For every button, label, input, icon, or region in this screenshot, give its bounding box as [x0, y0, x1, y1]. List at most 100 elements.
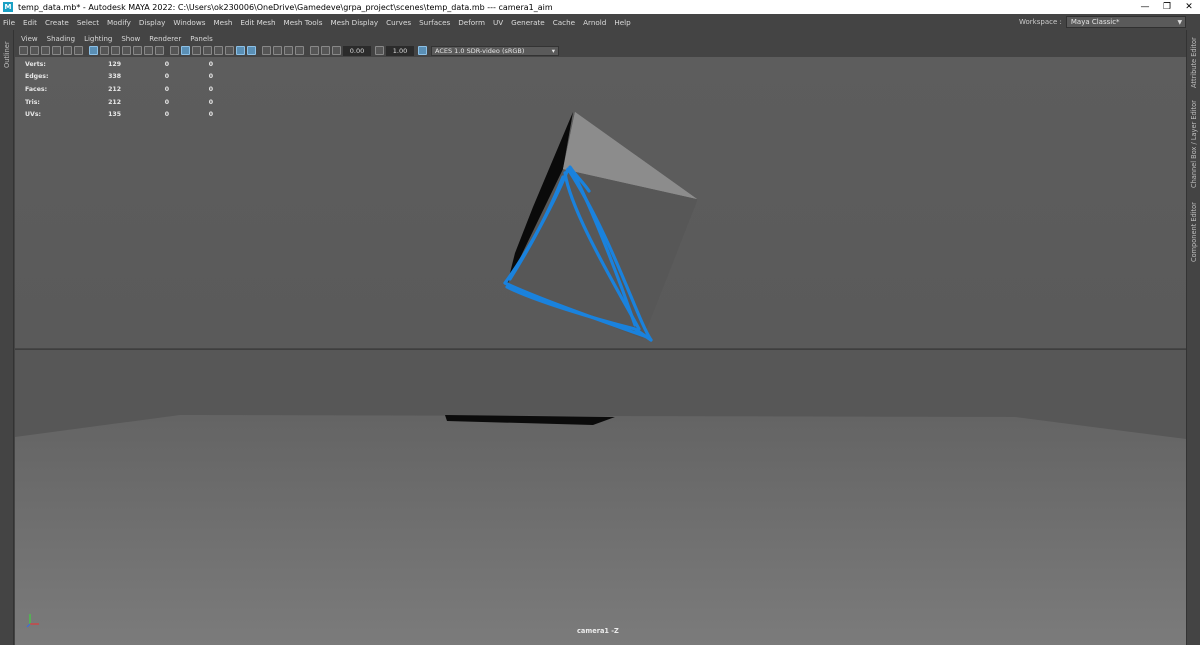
menu-mesh[interactable]: Mesh [213, 18, 232, 27]
film-gate-icon[interactable] [100, 46, 109, 55]
3d-viewport[interactable]: Verts: 129 0 0 Edges: 338 0 0 Faces: 212… [15, 57, 1186, 645]
outliner-tab[interactable]: Outliner [3, 41, 11, 68]
viewport-scene[interactable] [15, 57, 1186, 645]
menu-help[interactable]: Help [614, 18, 630, 27]
hud-value: 0 [164, 111, 169, 119]
hud-row-tris: Tris: 212 0 0 [25, 96, 213, 109]
menu-select[interactable]: Select [77, 18, 99, 27]
workspace-selector: Workspace : Maya Classic* ▼ [1019, 16, 1186, 28]
menu-file[interactable]: File [3, 18, 15, 27]
gate-mask-icon[interactable] [122, 46, 131, 55]
xray-joints-icon[interactable] [321, 46, 330, 55]
right-sidebar: Attribute Editor Channel Box / Layer Edi… [1186, 30, 1200, 645]
smooth-shade-icon[interactable] [181, 46, 190, 55]
field-chart-icon[interactable] [133, 46, 142, 55]
use-all-lights-icon[interactable] [214, 46, 223, 55]
textured-icon[interactable] [203, 46, 212, 55]
select-camera-icon[interactable] [19, 46, 28, 55]
depth-of-field-icon[interactable] [295, 46, 304, 55]
component-editor-tab[interactable]: Component Editor [1190, 202, 1198, 262]
grid-icon[interactable] [89, 46, 98, 55]
panel-menu-panels[interactable]: Panels [190, 35, 213, 43]
maximize-button[interactable]: ❐ [1156, 0, 1178, 14]
exposure-icon[interactable] [332, 46, 341, 55]
gamma-field[interactable]: 1.00 [386, 45, 414, 56]
menu-edit[interactable]: Edit [23, 18, 37, 27]
maya-app-icon: M [3, 2, 13, 12]
menu-mesh-display[interactable]: Mesh Display [330, 18, 378, 27]
poly-count-hud: Verts: 129 0 0 Edges: 338 0 0 Faces: 212… [25, 58, 213, 121]
safe-title-icon[interactable] [155, 46, 164, 55]
shadows-icon[interactable] [225, 46, 234, 55]
ambient-occlusion-icon[interactable] [262, 46, 271, 55]
panel-menu-view[interactable]: View [21, 35, 38, 43]
panel-menu-show[interactable]: Show [121, 35, 140, 43]
menu-surfaces[interactable]: Surfaces [419, 18, 450, 27]
hud-row-verts: Verts: 129 0 0 [25, 58, 213, 71]
menu-deform[interactable]: Deform [458, 18, 485, 27]
wireframe-on-shaded-icon[interactable] [192, 46, 201, 55]
hud-label: Faces: [25, 85, 48, 93]
hud-row-faces: Faces: 212 0 0 [25, 83, 213, 96]
panel-toolbar: 0.00 1.00 ACES 1.0 SDR-video (sRGB) ▾ [15, 44, 1186, 57]
color-space-dropdown[interactable]: ACES 1.0 SDR-video (sRGB) ▾ [431, 45, 559, 56]
motion-blur-icon[interactable] [273, 46, 282, 55]
panel-menu-renderer[interactable]: Renderer [149, 35, 181, 43]
camera-attributes-icon[interactable] [30, 46, 39, 55]
menu-create[interactable]: Create [45, 18, 69, 27]
menu-display[interactable]: Display [139, 18, 166, 27]
hud-row-edges: Edges: 338 0 0 [25, 71, 213, 84]
gamma-icon[interactable] [375, 46, 384, 55]
panel-menu-lighting[interactable]: Lighting [84, 35, 112, 43]
window-title: temp_data.mb* - Autodesk MAYA 2022: C:\U… [18, 2, 553, 12]
close-button[interactable]: ✕ [1178, 0, 1200, 14]
workspace-label: Workspace : [1019, 18, 1062, 26]
hud-value: 212 [108, 85, 121, 93]
hud-value: 0 [208, 85, 213, 93]
window-titlebar: M temp_data.mb* - Autodesk MAYA 2022: C:… [0, 0, 1200, 14]
hud-value: 338 [108, 73, 121, 81]
hud-value: 0 [164, 60, 169, 68]
two-d-pan-icon[interactable] [63, 46, 72, 55]
hud-value: 0 [208, 111, 213, 119]
color-space-value: ACES 1.0 SDR-video (sRGB) [435, 46, 525, 55]
attribute-editor-tab[interactable]: Attribute Editor [1190, 37, 1198, 88]
hud-value: 0 [164, 73, 169, 81]
exposure-field[interactable]: 0.00 [343, 45, 371, 56]
menu-windows[interactable]: Windows [173, 18, 205, 27]
hud-value: 129 [108, 60, 121, 68]
resolution-gate-icon[interactable] [111, 46, 120, 55]
menu-uv[interactable]: UV [493, 18, 503, 27]
xray-icon[interactable] [236, 46, 245, 55]
wireframe-icon[interactable] [170, 46, 179, 55]
hud-value: 135 [108, 111, 121, 119]
grease-pencil-icon[interactable] [74, 46, 83, 55]
hud-value: 0 [208, 98, 213, 106]
workspace-dropdown[interactable]: Maya Classic* ▼ [1065, 16, 1186, 28]
hud-row-uvs: UVs: 135 0 0 [25, 108, 213, 121]
anti-aliasing-icon[interactable] [284, 46, 293, 55]
menu-mesh-tools[interactable]: Mesh Tools [284, 18, 323, 27]
menu-generate[interactable]: Generate [511, 18, 545, 27]
menu-modify[interactable]: Modify [107, 18, 131, 27]
bookmark-icon[interactable] [41, 46, 50, 55]
xray-active-icon[interactable] [247, 46, 256, 55]
safe-action-icon[interactable] [144, 46, 153, 55]
menu-curves[interactable]: Curves [386, 18, 411, 27]
ground-plane [15, 415, 1186, 645]
minimize-button[interactable]: — [1134, 0, 1156, 14]
panel-menubar: View Shading Lighting Show Renderer Pane… [15, 34, 1186, 44]
isolate-select-icon[interactable] [310, 46, 319, 55]
workspace-value: Maya Classic* [1070, 18, 1120, 26]
menu-edit-mesh[interactable]: Edit Mesh [240, 18, 275, 27]
hud-value: 0 [164, 85, 169, 93]
panel-menu-shading[interactable]: Shading [47, 35, 75, 43]
menu-arnold[interactable]: Arnold [583, 18, 606, 27]
channel-box-tab[interactable]: Channel Box / Layer Editor [1190, 100, 1198, 188]
chevron-down-icon: ▼ [1177, 18, 1183, 26]
color-management-icon[interactable] [418, 46, 427, 55]
hud-value: 0 [208, 60, 213, 68]
hud-label: Edges: [25, 73, 49, 81]
image-plane-icon[interactable] [52, 46, 61, 55]
menu-cache[interactable]: Cache [553, 18, 575, 27]
